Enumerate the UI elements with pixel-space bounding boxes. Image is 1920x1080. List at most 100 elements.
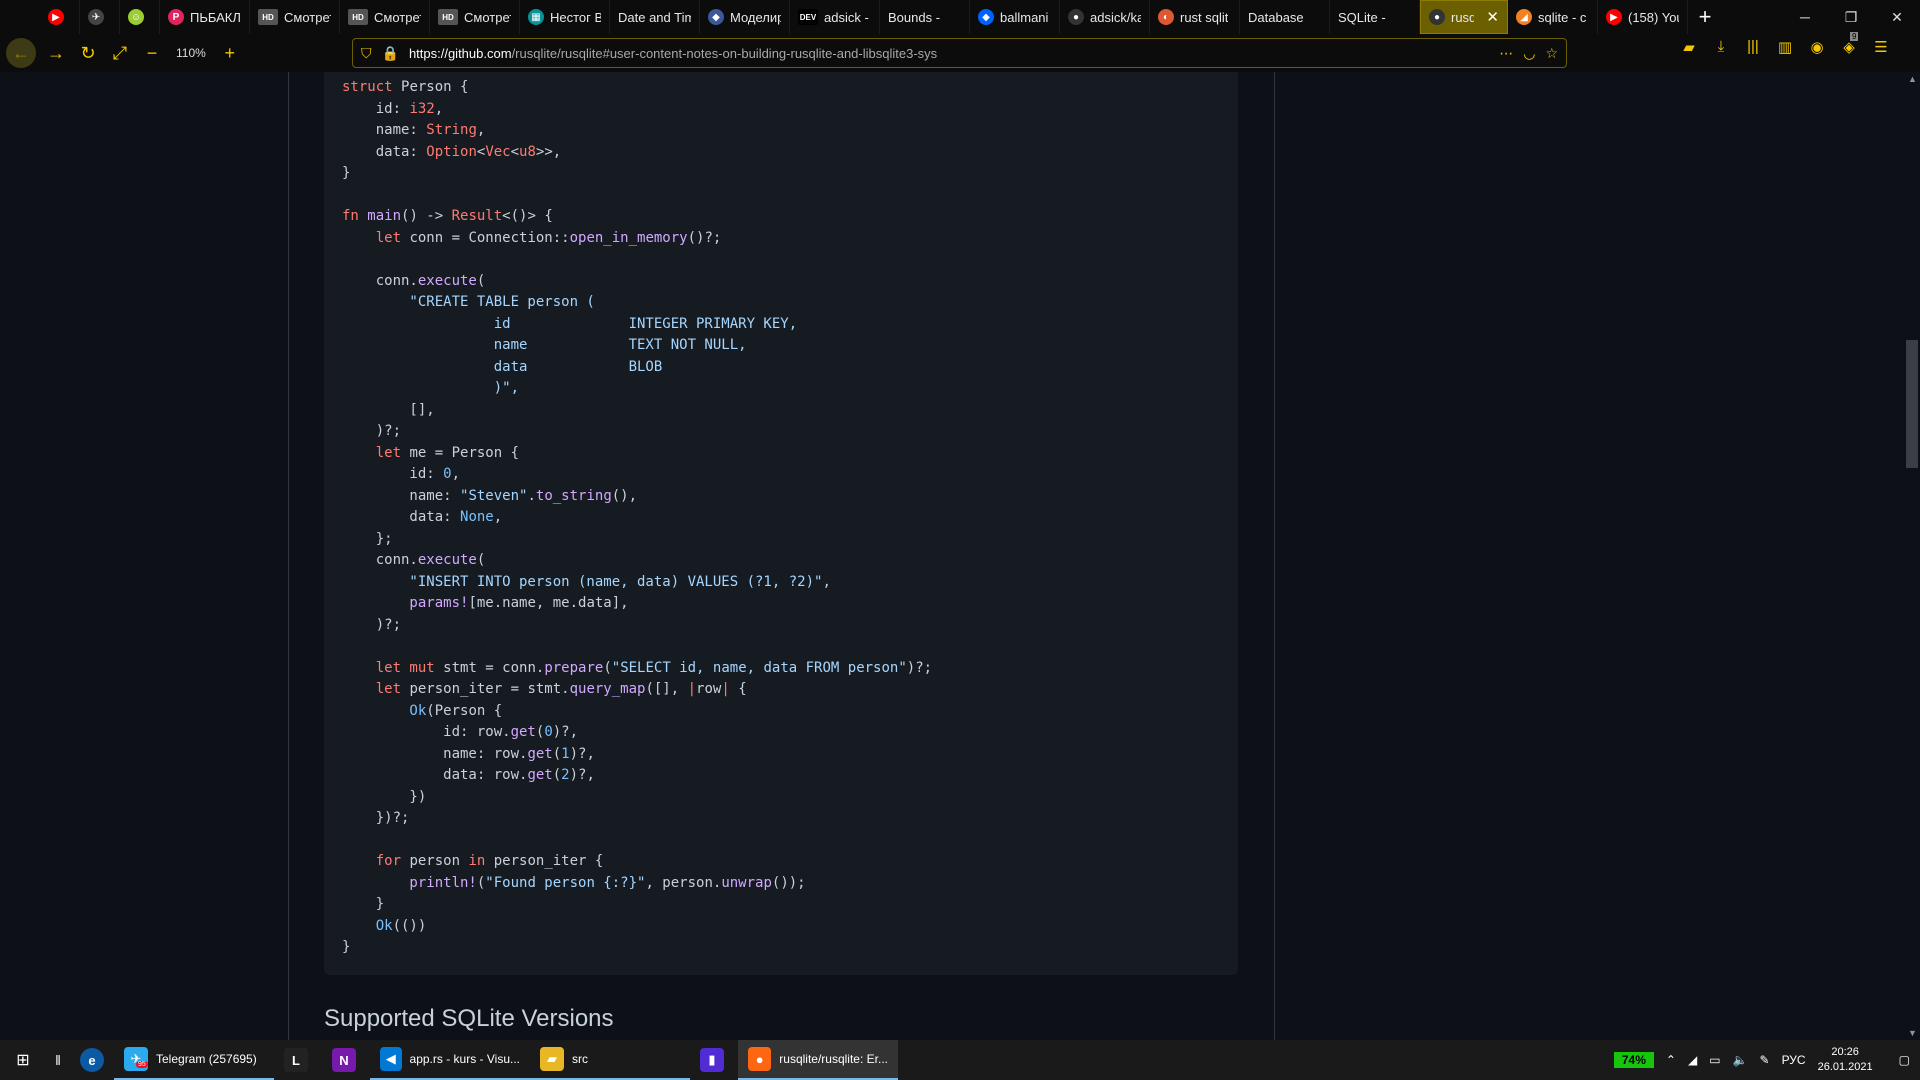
close-window-button[interactable]: ✕ [1874,0,1920,34]
code-token: let [342,681,410,697]
volume-icon[interactable]: 🔈 [1733,1053,1748,1067]
task-view-button[interactable]: ‖ [46,1040,70,1080]
browser-tab[interactable]: ☺ [120,0,160,34]
tab-close-icon[interactable]: ✕ [1486,8,1499,26]
browser-tab[interactable]: ▶ (158) You [1598,0,1688,34]
task-view-icon: ‖ [55,1052,61,1068]
notifications-icon[interactable]: ▢ [1899,1053,1910,1067]
code-token: | [687,681,697,697]
app-icon: ✈ 95 [124,1047,148,1071]
browser-tab[interactable]: DEV adsick - I [790,0,880,34]
browser-tab[interactable]: ● rusqli ✕ [1420,0,1508,34]
code-token: me = Person { [409,444,520,461]
browser-tab[interactable]: Database [1240,0,1330,34]
taskbar-app[interactable]: ▰ src [530,1040,690,1080]
language-indicator[interactable]: РУС [1782,1053,1806,1067]
code-line: for person in person_iter { [342,851,932,873]
battery-indicator[interactable]: 74% [1613,1052,1654,1068]
browser-tab[interactable]: ◆ Моделир [700,0,790,34]
zoom-out-button[interactable]: − [136,37,168,69]
lock-icon[interactable]: 🔒 [382,45,399,62]
pocket-icon[interactable]: ◡ [1523,45,1535,62]
browser-tab[interactable]: SQLite - [1330,0,1420,34]
zoom-level[interactable]: 110% [168,46,214,60]
pen-icon[interactable]: ✎ [1760,1053,1770,1067]
account-icon[interactable]: ◉ [1808,38,1826,56]
code-token: [], [342,401,435,418]
download-icon[interactable]: ⤓ [1712,38,1730,56]
app-icon: ▮ [700,1048,724,1072]
more-actions-icon[interactable]: ⋯ [1499,45,1513,62]
taskbar-app[interactable]: ◀ app.rs - kurs - Visu... [370,1040,530,1080]
tab-label: Нестог В [550,9,601,25]
battery-icon[interactable]: ▭ [1709,1053,1720,1067]
menu-icon[interactable]: ☰ [1872,38,1890,56]
browser-tab[interactable]: HD Смотрет [250,0,340,34]
code-token: id: [342,466,444,482]
scroll-up-icon[interactable]: ▲ [1908,74,1917,84]
code-token: i32 [409,100,435,117]
browser-tab[interactable]: HD Смотрет [430,0,520,34]
taskbar-app[interactable]: N [322,1040,370,1080]
taskbar-app[interactable]: ✈ 95 Telegram (257695) [114,1040,274,1080]
restore-button[interactable]: ❐ [1828,0,1874,34]
browser-tab[interactable]: HD Смотрет [340,0,430,34]
zoom-in-button[interactable]: + [214,37,246,69]
scroll-down-icon[interactable]: ▼ [1908,1028,1917,1038]
network-icon[interactable]: ◢ [1688,1053,1697,1067]
browser-tab[interactable]: P ПЬБАКЛ [160,0,250,34]
code-token: let [342,444,410,461]
code-line: let mut stmt = conn.prepare("SELECT id, … [342,658,932,680]
code-token: [me.name, me.data], [468,595,629,611]
address-bar[interactable]: ⛉ 🔒 https://github.com/rusqlite/rusqlite… [352,38,1567,68]
code-line: )?; [342,421,932,443]
back-button[interactable]: ← [6,38,36,68]
edge-app[interactable]: e [70,1040,114,1080]
scrollbar-thumb[interactable] [1906,340,1918,468]
code-token: ( [476,552,486,568]
browser-tab[interactable]: ▦ Нестог В [520,0,610,34]
star-icon[interactable]: ☆ [1545,45,1558,62]
taskbar-app[interactable]: L [274,1040,322,1080]
ublock-icon[interactable]: ◈ 9 [1840,32,1859,56]
reload-button[interactable]: ↻ [72,37,104,69]
browser-tab[interactable]: ● adsick/ka [1060,0,1150,34]
expand-icon: ⤢ [112,42,128,63]
code-line: name TEXT NOT NULL, [342,335,932,357]
toolbar-icons: ▰ ⤓ ||| ▥ ◉ ◈ 9 ☰ [1680,32,1890,56]
code-token: )?; [342,616,402,633]
browser-tab[interactable]: ▶ [40,0,80,34]
new-tab-button[interactable]: + [1688,0,1722,34]
browser-tab[interactable]: ◐ rust sqlit [1150,0,1240,34]
chevron-up-icon[interactable]: ⌃ [1666,1053,1676,1067]
browser-tab[interactable]: Bounds - [880,0,970,34]
shield-icon[interactable]: ⛉ [361,45,372,62]
forward-button[interactable]: → [40,37,72,69]
minus-icon: − [146,42,158,63]
browser-tab[interactable]: ◢ sqlite - c [1508,0,1598,34]
tab-label: (158) You [1628,9,1679,25]
code-line: } [342,163,932,185]
tab-label: rusqli [1451,9,1474,25]
taskbar-app[interactable]: ▮ [690,1040,738,1080]
url-text[interactable]: https://github.com/rusqlite/rusqlite#use… [409,46,1489,61]
taskbar-app[interactable]: ● rusqlite/rusqlite: Er... [738,1040,898,1080]
fullscreen-button[interactable]: ⤢ [104,37,136,69]
browser-tab[interactable]: ✈ [80,0,120,34]
code-line: data: row.get(2)?, [342,765,932,787]
taskbar-apps: ✈ 95 Telegram (257695) L N ◀ app.rs - kurs - V… [114,1040,898,1080]
tab-favicon-icon: ● [1429,9,1445,25]
minimize-button[interactable]: ─ [1782,0,1828,34]
browser-tab[interactable]: ◆ ballmani [970,0,1060,34]
code-line: )?; [342,615,932,637]
sidebar-icon[interactable]: ▥ [1776,38,1794,56]
library-icon[interactable]: ||| [1744,38,1762,56]
browser-tab[interactable]: Date and Tim [610,0,700,34]
page-scrollbar[interactable]: ▲ ▼ [1904,72,1920,1040]
start-button[interactable]: ⊞ [0,1040,46,1080]
clock[interactable]: 20:26 26.01.2021 [1818,1045,1873,1075]
tab-favicon-icon: ◐ [1158,9,1174,25]
code-line: println!("Found person {:?}", person.unw… [342,873,932,895]
helmet-icon[interactable]: ▰ [1680,38,1698,56]
app-label: rusqlite/rusqlite: Er... [779,1052,888,1066]
